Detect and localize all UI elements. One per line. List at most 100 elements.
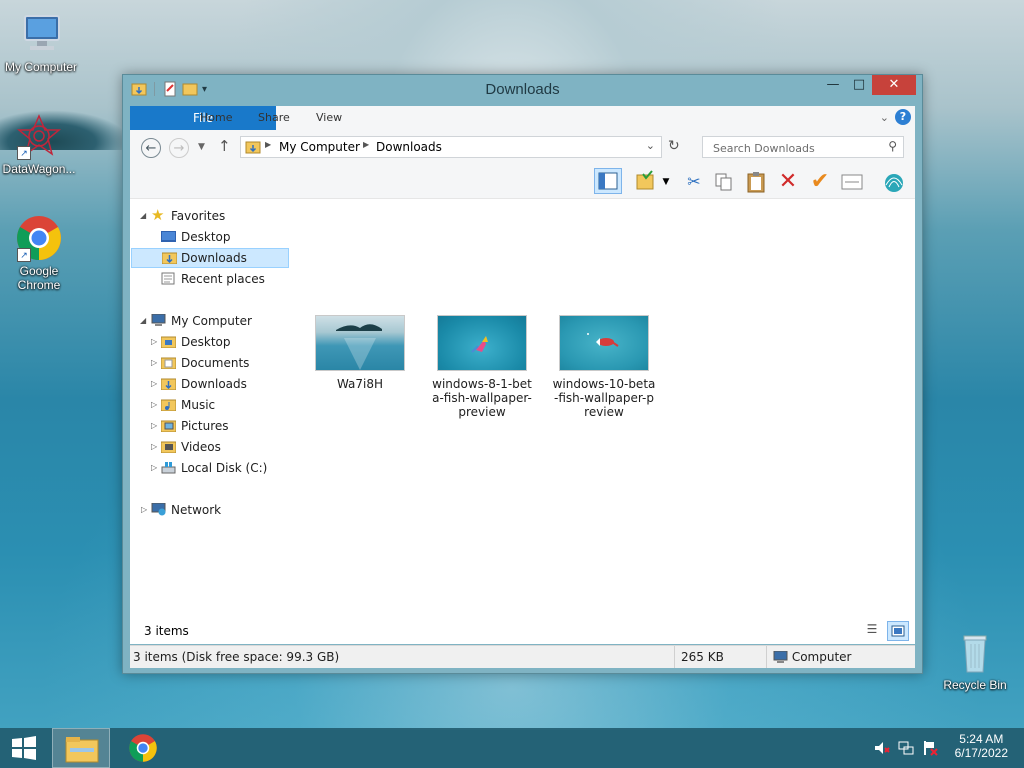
explorer-window[interactable]: ▾ Downloads — □ ✕ File Home Share View ⌄… (122, 74, 923, 674)
nav-label: Desktop (181, 335, 231, 349)
paste-icon[interactable] (744, 170, 768, 194)
nav-label: Desktop (181, 230, 231, 244)
expand-arrow-icon[interactable]: ◢ (140, 311, 146, 331)
collapse-arrow-icon[interactable]: ▷ (151, 395, 157, 415)
breadcrumb-downloads[interactable]: Downloads (376, 140, 442, 154)
window-title: Downloads (485, 81, 560, 98)
nav-favorites[interactable]: ◢ ★ Favorites (130, 206, 288, 226)
collapse-arrow-icon[interactable]: ▷ (151, 374, 157, 394)
chevron-right-icon[interactable]: ▶ (363, 140, 369, 149)
shortcut-arrow-icon: ↗ (17, 248, 31, 262)
desktop-icon-google-chrome[interactable]: ↗ Google Chrome (0, 214, 80, 292)
command-toolbar: ▼ ✂ ✕ ✔ (130, 166, 915, 199)
nav-pc-desktop[interactable]: ▷ Desktop (130, 332, 288, 352)
file-thumbnail (437, 315, 527, 371)
collapse-arrow-icon[interactable]: ▷ (151, 332, 157, 352)
back-button[interactable]: ← (141, 138, 161, 158)
shortcut-arrow-icon: ↗ (17, 146, 31, 160)
tab-share[interactable]: Share (244, 106, 304, 130)
properties-icon[interactable] (840, 170, 864, 194)
nav-pc-documents[interactable]: ▷ Documents (130, 353, 288, 373)
taskbar-google-chrome[interactable] (114, 728, 172, 768)
file-item[interactable]: Wa7i8H (306, 315, 414, 391)
recent-places-icon (161, 272, 175, 285)
nav-network[interactable]: ▷ Network (130, 500, 288, 520)
desktop-icon-my-computer[interactable]: My Computer (0, 10, 82, 74)
copy-icon[interactable] (712, 170, 736, 194)
expand-ribbon-icon[interactable]: ⌄ (880, 111, 889, 124)
help-icon[interactable]: ? (895, 109, 911, 125)
action-center-icon[interactable] (922, 740, 938, 756)
folder-icon (161, 336, 176, 348)
nav-pc-downloads[interactable]: ▷ Downloads (130, 374, 288, 394)
preview-pane-button[interactable] (594, 168, 622, 194)
close-button[interactable]: ✕ (872, 75, 916, 95)
system-clock[interactable]: 5:24 AM 6/17/2022 (955, 732, 1008, 760)
breadcrumb-my-computer[interactable]: My Computer (279, 140, 360, 154)
recent-locations-icon[interactable]: ▼ (198, 142, 205, 152)
desktop-icon (161, 231, 176, 242)
volume-muted-icon[interactable] (874, 740, 890, 756)
maximize-button[interactable]: □ (846, 75, 872, 95)
file-name-line: windows-10-beta (552, 377, 656, 391)
nav-pc-videos[interactable]: ▷ Videos (130, 437, 288, 457)
nav-pc-local-disk[interactable]: ▷ Local Disk (C:) (130, 458, 288, 478)
network-tray-icon[interactable] (898, 740, 914, 756)
search-box[interactable]: ⚲ (702, 136, 904, 158)
search-input[interactable] (711, 139, 885, 157)
address-row: ← → ▼ ↑ ▶ My Computer ▶ Downloads ⌄ ↻ ⚲ (130, 130, 915, 166)
file-item[interactable]: windows-8-1-bet a-fish-wallpaper- previe… (428, 315, 536, 419)
taskbar-file-explorer[interactable] (52, 728, 110, 768)
collapse-arrow-icon[interactable]: ▷ (151, 437, 157, 457)
pictures-folder-icon (161, 420, 176, 432)
collapse-arrow-icon[interactable]: ▷ (151, 416, 157, 436)
minimize-button[interactable]: — (820, 75, 846, 95)
shell-icon[interactable] (882, 170, 906, 194)
status-details: 3 items (Disk free space: 99.3 GB) (133, 650, 340, 664)
nav-fav-downloads[interactable]: Downloads (131, 248, 289, 268)
rename-check-icon[interactable]: ✔ (808, 170, 832, 194)
desktop-icon-recycle-bin[interactable]: Recycle Bin (934, 628, 1016, 692)
refresh-button[interactable]: ↻ (668, 138, 680, 154)
folder-icon (245, 141, 261, 154)
cut-icon[interactable]: ✂ (682, 170, 706, 194)
search-icon[interactable]: ⚲ (888, 139, 897, 153)
up-button[interactable]: ↑ (218, 137, 231, 155)
start-button[interactable] (10, 736, 38, 760)
expand-arrow-icon[interactable]: ◢ (140, 206, 146, 226)
downloads-folder-icon (161, 378, 176, 390)
window-controls: — □ ✕ (820, 75, 916, 95)
nav-label: Downloads (181, 377, 247, 391)
large-icons-view-button[interactable] (887, 621, 909, 641)
recycle-bin-icon (951, 628, 999, 676)
select-folder-icon[interactable] (634, 170, 658, 194)
nav-pc-pictures[interactable]: ▷ Pictures (130, 416, 288, 436)
file-item[interactable]: windows-10-beta -fish-wallpaper-p review (550, 315, 658, 419)
nav-label: Documents (181, 356, 250, 370)
star-icon: ★ (151, 206, 165, 224)
nav-label: Music (181, 398, 216, 412)
nav-fav-desktop[interactable]: Desktop (130, 227, 288, 247)
collapse-arrow-icon[interactable]: ▷ (141, 500, 147, 520)
collapse-arrow-icon[interactable]: ▷ (151, 458, 157, 478)
delete-icon[interactable]: ✕ (776, 170, 800, 194)
nav-label: Network (171, 503, 222, 517)
nav-label: Pictures (181, 419, 229, 433)
title-bar[interactable]: ▾ Downloads — □ ✕ (123, 75, 922, 105)
address-bar[interactable]: ▶ My Computer ▶ Downloads ⌄ (240, 136, 662, 158)
tab-view[interactable]: View (302, 106, 356, 130)
nav-pc-music[interactable]: ▷ Music (130, 395, 288, 415)
chevron-down-icon[interactable]: ▼ (660, 170, 672, 194)
desktop-icon-datawagon[interactable]: ↗ DataWagon... (0, 112, 80, 176)
file-name-line: -fish-wallpaper-p (554, 391, 654, 405)
collapse-arrow-icon[interactable]: ▷ (151, 353, 157, 373)
forward-button[interactable]: → (169, 138, 189, 158)
tab-home[interactable]: Home (186, 106, 246, 130)
clock-time: 5:24 AM (959, 732, 1004, 746)
nav-my-computer[interactable]: ◢ My Computer (130, 311, 288, 331)
details-view-button[interactable]: ☰ (863, 622, 881, 640)
chevron-right-icon[interactable]: ▶ (265, 140, 271, 149)
nav-label: My Computer (171, 314, 252, 328)
chevron-down-icon[interactable]: ⌄ (646, 139, 655, 152)
nav-fav-recent-places[interactable]: Recent places (130, 269, 288, 289)
